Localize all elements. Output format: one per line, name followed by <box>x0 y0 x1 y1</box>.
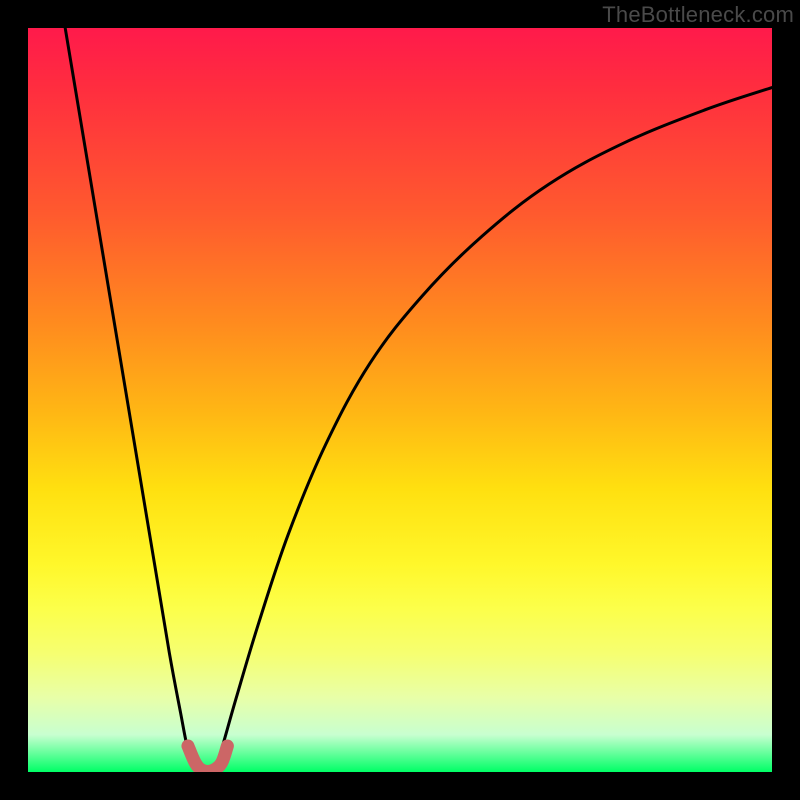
series-right-curve <box>214 88 772 772</box>
watermark-text: TheBottleneck.com <box>602 2 794 28</box>
plot-area <box>28 28 772 772</box>
series-dip-marker <box>188 746 227 772</box>
series-left-curve <box>65 28 199 772</box>
chart-frame: TheBottleneck.com <box>0 0 800 800</box>
chart-svg <box>28 28 772 772</box>
